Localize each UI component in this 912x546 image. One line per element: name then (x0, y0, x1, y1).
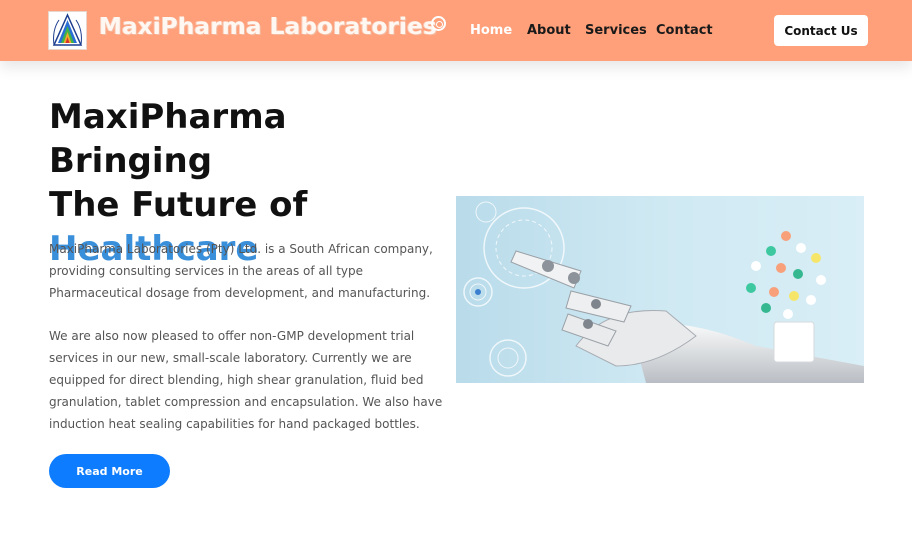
brand-name[interactable]: MaxiPharma Laboratories (99, 14, 437, 40)
company-logo-icon[interactable] (48, 11, 87, 50)
nav-contact-link[interactable]: Contact (656, 23, 713, 38)
contact-us-button[interactable]: Contact Us (774, 15, 868, 46)
site-header: MaxiPharma Laboratories Home About Servi… (0, 0, 912, 61)
read-more-button[interactable]: Read More (49, 454, 170, 488)
nav-services-link[interactable]: Services (585, 23, 647, 38)
hero-paragraph-intro: MaxiPharma Laboratories (Pty) Ltd. is a … (49, 242, 433, 300)
robot-hand-pills-image (456, 196, 864, 383)
hero-title-line1: MaxiPharma Bringing (49, 97, 287, 181)
nav-home-link[interactable]: Home (470, 23, 512, 38)
hero-paragraph-services: We are also now pleased to offer non-GMP… (49, 329, 443, 431)
nav-about-link[interactable]: About (527, 23, 571, 38)
hero-title-line2: The Future of (49, 185, 308, 225)
registered-mark-icon (431, 16, 446, 31)
